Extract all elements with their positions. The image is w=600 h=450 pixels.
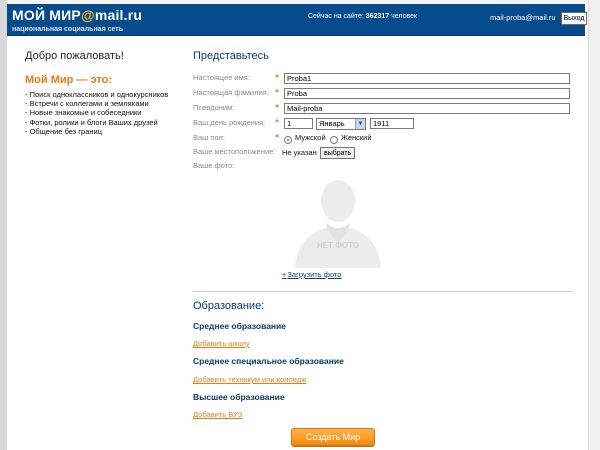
required-mark: * [275, 73, 280, 82]
choose-location-button[interactable]: выбрать [320, 147, 356, 159]
nickname-row: Псевдоним: * Mail-proba [193, 103, 573, 115]
add-college-link[interactable]: Добавить техникум или колледж [193, 375, 306, 384]
about-item: Новые знакомые и собеседники [25, 108, 185, 117]
online-prefix: Сейчас на сайте: [308, 13, 364, 20]
window-left-edge [0, 0, 7, 450]
about-item: Фотки, ролики и блоги Ваших друзей [25, 118, 185, 127]
section-divider [193, 291, 573, 292]
gender-male-radio[interactable] [284, 136, 292, 144]
nickname-input[interactable]: Mail-proba [284, 103, 570, 114]
required-mark: * [275, 88, 280, 97]
site-subtitle: национальная социальная сеть [12, 26, 124, 33]
birthday-month-value: Январь [319, 119, 345, 128]
logo-text-part1: МОЙ МИР [12, 7, 81, 23]
last-name-input[interactable]: Proba [284, 88, 570, 99]
about-item: Общение без границ [25, 127, 185, 136]
photo-label: Ваше фото: [193, 161, 235, 170]
birthday-label: Ваш день рождения: [193, 118, 266, 127]
higher-education-title: Высшее образование [193, 392, 285, 402]
location-value: Не указан [282, 148, 317, 157]
online-counter: Сейчас на сайте: 362317 человек [308, 13, 417, 20]
about-title: Мой Мир — это: [25, 74, 113, 86]
location-label: Ваше местоположение: [193, 147, 276, 156]
required-mark: * [275, 103, 280, 112]
required-mark: * [275, 133, 280, 142]
upload-photo-label[interactable]: Загрузить фото [287, 270, 341, 279]
photo-row: Ваше фото: [193, 161, 573, 173]
user-silhouette-icon [295, 180, 381, 268]
logo-text-part2: mail.ru [94, 7, 143, 23]
education-title: Образование: [193, 300, 265, 312]
required-mark: * [275, 118, 280, 127]
last-name-row: Настоящая фамилия: * Proba [193, 88, 573, 100]
form-title: Представьтесь [193, 50, 269, 62]
first-name-label: Настоящее имя: [193, 73, 250, 82]
vocational-education-title: Среднее специальное образование [193, 356, 344, 366]
first-name-input[interactable]: Proba1 [284, 73, 570, 84]
about-item: Встречи с коллегами и земляками [25, 99, 185, 108]
plus-icon: + [282, 270, 287, 279]
logout-button[interactable]: Выход [561, 12, 587, 25]
gender-row: Ваш пол: * Мужской Женский [193, 133, 573, 145]
create-world-button[interactable]: Создать Мир [291, 428, 375, 446]
site-logo[interactable]: МОЙ МИР@mail.ru [12, 8, 142, 22]
registration-form: Представьтесь Настоящее имя: * Proba1 На… [193, 50, 578, 446]
user-email[interactable]: mail-proba@mail.ru [490, 13, 556, 22]
gender-male-label[interactable]: Мужской [295, 133, 326, 142]
nickname-label: Псевдоним: [193, 103, 235, 112]
chevron-down-icon[interactable]: ▼ [355, 119, 365, 129]
birthday-year-input[interactable]: 1911 [370, 118, 414, 129]
online-count: 362317 [365, 13, 390, 20]
gender-label: Ваш пол: [193, 133, 225, 142]
gender-female-radio[interactable] [330, 136, 338, 144]
photo-placeholder: НЕТ ФОТО [293, 173, 383, 268]
last-name-label: Настоящая фамилия: [193, 88, 269, 97]
welcome-heading: Добро пожаловать! [25, 50, 124, 62]
no-photo-text: НЕТ ФОТО [316, 241, 360, 250]
birthday-day-input[interactable]: 1 [284, 118, 313, 129]
birthday-month-select[interactable]: Январь ▼ [316, 118, 366, 130]
sidebar: Добро пожаловать! Мой Мир — это: Поиск о… [25, 50, 185, 136]
vertical-scrollbar[interactable] [588, 0, 600, 450]
logo-at-sign: @ [80, 7, 95, 23]
add-university-link[interactable]: Добавить ВУЗ [193, 410, 242, 419]
about-item: Поиск одноклассников и однокурсников [25, 90, 185, 99]
add-school-link[interactable]: Добавить школу [193, 339, 250, 348]
gender-female-label[interactable]: Женский [341, 133, 372, 142]
first-name-row: Настоящее имя: * Proba1 [193, 73, 573, 85]
location-row: Ваше местоположение: Не указан выбрать [193, 147, 573, 159]
about-list: Поиск одноклассников и однокурсников Вст… [25, 90, 185, 136]
upload-photo-link[interactable]: +Загрузить фото [282, 270, 341, 279]
online-suffix: человек [391, 13, 418, 20]
site-header: МОЙ МИР@mail.ru национальная социальная … [7, 4, 587, 36]
birthday-row: Ваш день рождения: * 1 Январь ▼ 1911 [193, 118, 573, 130]
secondary-education-title: Среднее образование [193, 321, 287, 331]
